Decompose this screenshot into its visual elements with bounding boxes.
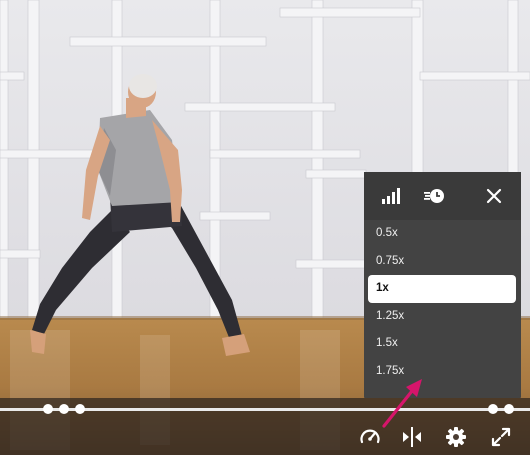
mirror-icon[interactable] xyxy=(400,425,424,449)
close-icon[interactable] xyxy=(482,184,506,208)
video-control-bar xyxy=(0,398,530,455)
speed-options-list: 0.5x 0.75x 1x 1.25x 1.5x 1.75x xyxy=(364,220,521,386)
loop-marker[interactable] xyxy=(504,404,514,414)
speed-clock-icon[interactable] xyxy=(422,184,446,208)
speed-option-0-75x[interactable]: 0.75x xyxy=(364,248,521,276)
playback-speed-menu: 0.5x 0.75x 1x 1.25x 1.5x 1.75x xyxy=(364,172,521,398)
speed-option-1-5x[interactable]: 1.5x xyxy=(364,330,521,358)
loop-marker[interactable] xyxy=(43,404,53,414)
speed-option-1x[interactable]: 1x xyxy=(368,275,516,303)
speed-option-1-25x[interactable]: 1.25x xyxy=(364,303,521,331)
speed-option-1-75x[interactable]: 1.75x xyxy=(364,358,521,386)
speed-option-0-5x[interactable]: 0.5x xyxy=(364,220,521,248)
loop-marker[interactable] xyxy=(75,404,85,414)
speedometer-icon[interactable] xyxy=(358,425,382,449)
gear-icon[interactable] xyxy=(444,425,468,449)
speed-menu-header xyxy=(364,172,521,220)
fullscreen-icon[interactable] xyxy=(489,425,513,449)
loop-marker[interactable] xyxy=(488,404,498,414)
loop-marker[interactable] xyxy=(59,404,69,414)
signal-bars-icon[interactable] xyxy=(379,184,403,208)
